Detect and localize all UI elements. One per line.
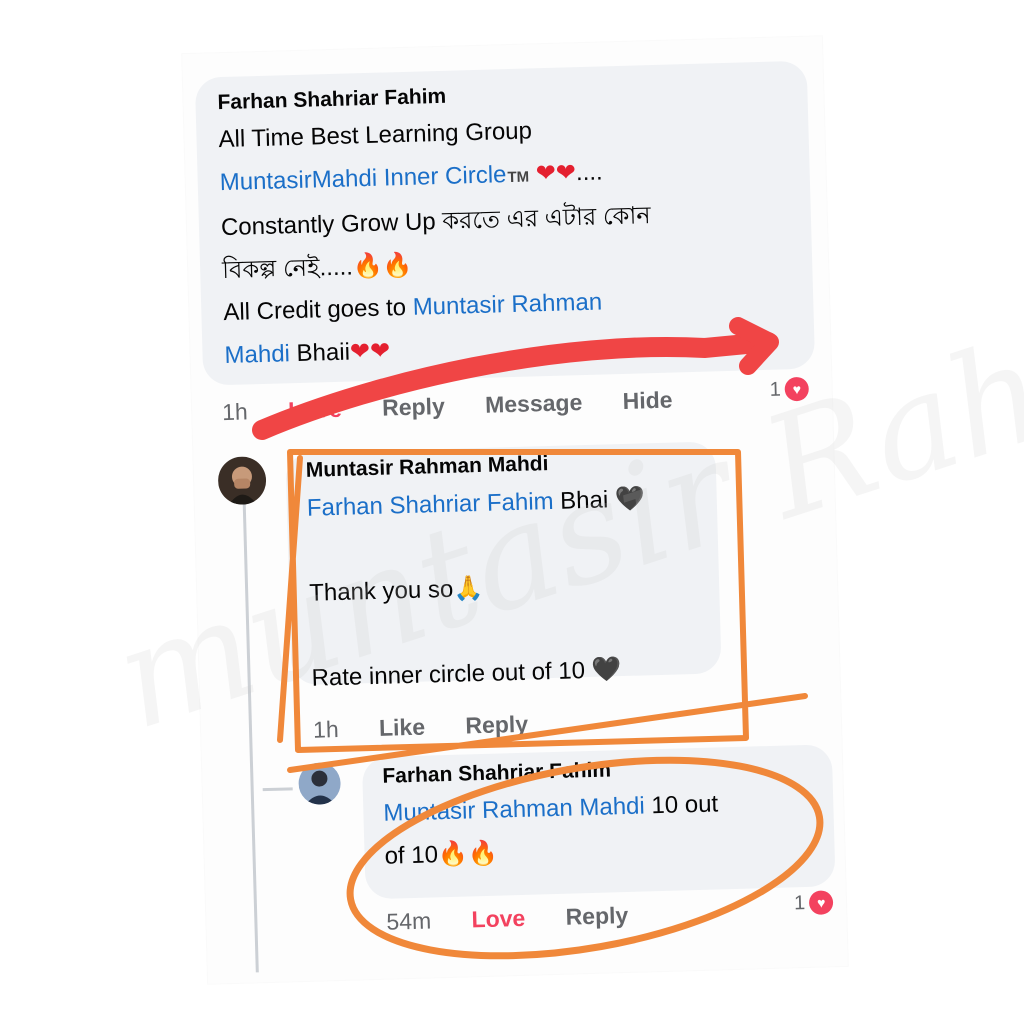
message-button[interactable]: Message (485, 389, 583, 419)
comment-actions-1: 1h Love Reply Message Hide (222, 386, 707, 427)
heart-emoji: ❤❤ (535, 158, 577, 188)
timestamp[interactable]: 54m (386, 908, 431, 936)
avatar-image (297, 761, 342, 806)
reply-button[interactable]: Reply (382, 393, 445, 422)
comment-bubble-3: Farhan Shahriar Fahim Muntasir Rahman Ma… (361, 744, 836, 900)
comment-text-segment: of 10 (384, 841, 439, 870)
like-button[interactable]: Like (379, 714, 426, 742)
timestamp[interactable]: 1h (313, 716, 339, 744)
mention-link[interactable]: Muntasir Rahman (412, 288, 602, 320)
comment-bubble-1: Farhan Shahriar Fahim All Time Best Lear… (194, 60, 816, 386)
comment-text-segment: All Credit goes to (222, 293, 407, 327)
mention-link[interactable]: Muntasir Rahman Mahdi (383, 792, 645, 826)
reaction-count: 1 (793, 891, 806, 914)
timestamp[interactable]: 1h (222, 398, 248, 426)
fire-emoji: 🔥🔥 (437, 838, 499, 869)
ellipsis: .... (575, 158, 603, 187)
avatar[interactable] (297, 761, 342, 806)
love-reaction-icon: ♥ (808, 890, 834, 915)
thread-connector-branch (262, 787, 293, 792)
comment-actions-2: 1h Like Reply (313, 710, 563, 744)
reply-button[interactable]: Reply (465, 711, 528, 740)
fire-emoji: 🔥🔥 (352, 250, 413, 281)
mention-link[interactable]: Mahdi (224, 340, 290, 369)
mention-link[interactable]: MuntasirMahdi Inner Circle (219, 161, 506, 196)
hide-button[interactable]: Hide (622, 387, 673, 415)
black-heart-emoji: 🖤 (591, 655, 622, 684)
love-button[interactable]: Love (288, 396, 342, 424)
reaction-summary-3[interactable]: 1 ♥ (794, 890, 834, 915)
reply-button[interactable]: Reply (565, 902, 628, 931)
trademark-mark: TM (507, 168, 530, 187)
comment-text-segment: 10 out (651, 790, 719, 820)
comment-text-segment: বিকল্প নেই..... (221, 253, 354, 285)
avatar[interactable] (217, 455, 267, 506)
heart-emoji: ❤❤ (349, 336, 391, 366)
avatar-image (217, 455, 267, 506)
comment-text-segment: Bhaii (296, 338, 351, 368)
comment-actions-3: 54m Love Reply (386, 901, 663, 936)
love-button[interactable]: Love (471, 905, 525, 933)
